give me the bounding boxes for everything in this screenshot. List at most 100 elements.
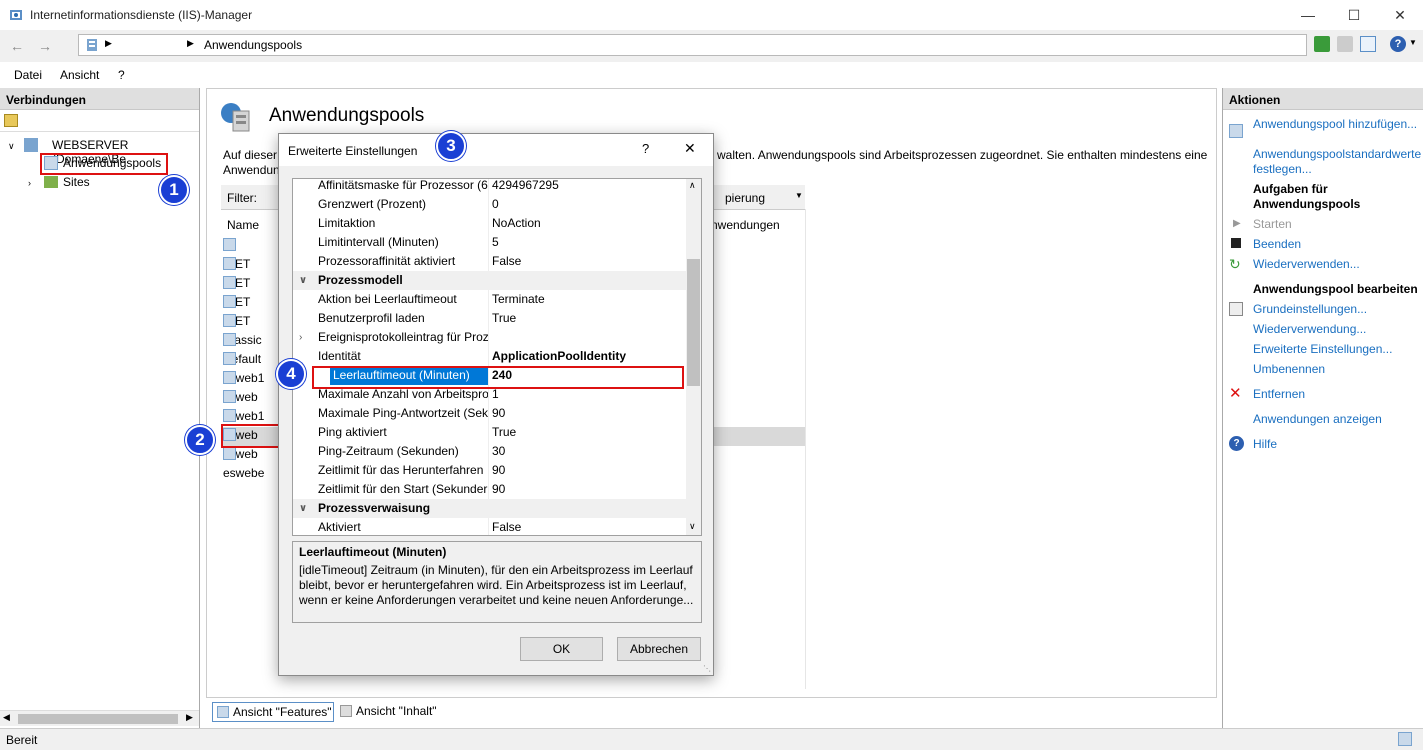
status-text: Bereit bbox=[6, 733, 38, 747]
property-row[interactable]: Limitintervall (Minuten) 5 bbox=[293, 233, 686, 252]
property-value: True bbox=[492, 425, 517, 439]
pool-list-item[interactable]: esweb1 bbox=[223, 350, 264, 385]
grid-scrollbar[interactable]: ∧ ∨ bbox=[686, 179, 701, 535]
property-row[interactable]: › Ereignisprotokolleintrag für Proz bbox=[293, 328, 686, 347]
close-button[interactable]: ✕ bbox=[1377, 0, 1423, 30]
tree-collapse-icon[interactable]: › bbox=[28, 178, 31, 188]
dialog-help-button[interactable]: ? bbox=[642, 141, 649, 156]
pool-list-item[interactable]: .NET v2 bbox=[223, 255, 250, 309]
scroll-up-icon[interactable]: ∧ bbox=[689, 180, 696, 191]
property-row[interactable]: Prozessoraffinität aktiviert False bbox=[293, 252, 686, 271]
action-view-apps[interactable]: Anwendungen anzeigen bbox=[1253, 412, 1382, 427]
menu-datei[interactable]: Datei bbox=[14, 68, 42, 82]
action-start[interactable]: Starten bbox=[1253, 217, 1292, 232]
tree-app-pools[interactable]: Anwendungspools bbox=[63, 156, 161, 170]
content-view-icon bbox=[340, 705, 352, 717]
scroll-left-icon[interactable]: ◀ bbox=[3, 712, 10, 723]
collapse-icon[interactable]: ∨ bbox=[299, 271, 307, 290]
col-header-apps[interactable]: nwendungen bbox=[711, 218, 780, 232]
property-key: Limitaktion bbox=[318, 216, 376, 230]
chevron-right-icon[interactable]: ▶ bbox=[105, 38, 112, 49]
property-row[interactable]: Identität ApplicationPoolIdentity bbox=[293, 347, 686, 366]
iis-app-icon bbox=[10, 10, 22, 20]
property-value: 30 bbox=[492, 444, 506, 458]
action-basic-settings[interactable]: Grundeinstellungen... bbox=[1253, 302, 1367, 317]
tree-expand-icon[interactable]: ∨ bbox=[8, 141, 15, 152]
menu-ansicht[interactable]: Ansicht bbox=[60, 68, 99, 82]
app-pool-icon bbox=[223, 390, 236, 403]
pool-list-item[interactable]: .NET v4 bbox=[223, 293, 250, 347]
pool-list-item[interactable]: esweb1 bbox=[223, 388, 264, 423]
collapse-icon[interactable]: ∨ bbox=[299, 499, 307, 518]
address-input[interactable]: ▶ ▶ Anwendungspools bbox=[78, 34, 1307, 56]
col-header-name[interactable]: Name bbox=[227, 218, 259, 232]
property-row[interactable]: Benutzerprofil laden True bbox=[293, 309, 686, 328]
highlight-pool bbox=[221, 424, 281, 448]
property-row[interactable]: Zeitlimit für das Herunterfahren 90 bbox=[293, 461, 686, 480]
connect-icon[interactable] bbox=[4, 114, 18, 127]
action-advanced-settings[interactable]: Erweiterte Einstellungen... bbox=[1253, 342, 1392, 357]
tree-sites[interactable]: Sites bbox=[63, 175, 90, 189]
forward-icon[interactable]: → bbox=[34, 35, 56, 57]
property-key: Limitintervall (Minuten) bbox=[318, 235, 439, 249]
ok-button[interactable]: OK bbox=[520, 637, 603, 661]
action-recycling[interactable]: Wiederverwendung... bbox=[1253, 322, 1366, 337]
server-icon bbox=[87, 39, 97, 51]
grid-separator bbox=[488, 442, 489, 461]
back-icon[interactable]: ← bbox=[6, 35, 28, 57]
pool-list-item[interactable]: .NET v2 bbox=[223, 236, 250, 290]
action-add-pool[interactable]: Anwendungspool hinzufügen... bbox=[1253, 117, 1419, 132]
property-row[interactable]: Ping-Zeitraum (Sekunden) 30 bbox=[293, 442, 686, 461]
action-set-defaults[interactable]: Anwendungspoolstandardwerte festlegen... bbox=[1253, 147, 1421, 177]
refresh-icon[interactable] bbox=[1314, 36, 1330, 52]
pool-list-item[interactable]: .NET v4 bbox=[223, 274, 250, 328]
chevron-right-icon[interactable]: ▶ bbox=[187, 38, 194, 49]
property-row[interactable]: Limitaktion NoAction bbox=[293, 214, 686, 233]
action-help[interactable]: Hilfe bbox=[1253, 437, 1277, 452]
property-value: 0 bbox=[492, 197, 499, 211]
property-category[interactable]: ∨ Prozessmodell bbox=[293, 271, 686, 290]
scroll-thumb[interactable] bbox=[18, 714, 178, 724]
property-key: Ping aktiviert bbox=[318, 425, 387, 439]
action-remove[interactable]: Entfernen bbox=[1253, 387, 1305, 402]
property-row[interactable]: Maximale Ping-Antwortzeit (Sek 90 bbox=[293, 404, 686, 423]
menu-help[interactable]: ? bbox=[118, 68, 125, 82]
chevron-down-icon[interactable]: ▼ bbox=[1409, 38, 1417, 47]
resize-grip-icon[interactable]: ⋱ bbox=[703, 664, 711, 673]
home-icon[interactable] bbox=[1360, 36, 1376, 52]
pool-list-item[interactable]: esweb bbox=[223, 369, 258, 404]
grid-separator bbox=[488, 309, 489, 328]
help-icon[interactable]: ? bbox=[1390, 36, 1406, 52]
action-recycle[interactable]: Wiederverwenden... bbox=[1253, 257, 1360, 272]
property-row[interactable]: Ping aktiviert True bbox=[293, 423, 686, 442]
cancel-button[interactable]: Abbrechen bbox=[617, 637, 701, 661]
stop-icon[interactable] bbox=[1337, 36, 1353, 52]
property-row[interactable]: Aktiviert False bbox=[293, 518, 686, 535]
scroll-right-icon[interactable]: ▶ bbox=[186, 712, 193, 723]
property-row[interactable]: Affinitätsmaske für Prozessor (64 4294967… bbox=[293, 179, 686, 195]
tab-content-view[interactable]: Ansicht "Inhalt" bbox=[338, 702, 448, 722]
action-stop[interactable]: Beenden bbox=[1253, 237, 1301, 252]
minimize-button[interactable]: — bbox=[1285, 0, 1331, 30]
dialog-close-icon[interactable]: ✕ bbox=[684, 140, 696, 157]
maximize-button[interactable]: ☐ bbox=[1331, 0, 1377, 30]
pool-list-item[interactable]: Classic bbox=[223, 312, 262, 347]
tab-features-view[interactable]: Ansicht "Features" bbox=[212, 702, 334, 722]
property-row[interactable]: Zeitlimit für den Start (Sekunder 90 bbox=[293, 480, 686, 499]
chevron-down-icon[interactable]: ▼ bbox=[795, 191, 803, 200]
step-badge-1: 1 bbox=[159, 175, 189, 205]
property-row[interactable]: Grenzwert (Prozent) 0 bbox=[293, 195, 686, 214]
horizontal-scrollbar[interactable]: ◀ ▶ bbox=[0, 710, 199, 726]
pool-list-item[interactable]: Default bbox=[223, 331, 261, 366]
property-row[interactable]: Aktion bei Leerlauftimeout Terminate bbox=[293, 290, 686, 309]
property-key: Aktion bei Leerlauftimeout bbox=[318, 292, 457, 306]
property-key: Ereignisprotokolleintrag für Proz bbox=[318, 330, 488, 344]
advanced-settings-dialog: Erweiterte Einstellungen ? ✕ Affinitätsm… bbox=[278, 133, 714, 676]
action-rename[interactable]: Umbenennen bbox=[1253, 362, 1325, 377]
group-label[interactable]: pierung bbox=[725, 191, 765, 205]
address-path: Anwendungspools bbox=[204, 38, 303, 52]
scroll-down-icon[interactable]: ∨ bbox=[689, 521, 696, 532]
expand-icon[interactable]: › bbox=[299, 328, 302, 347]
grid-scroll-thumb[interactable] bbox=[687, 259, 700, 386]
property-category[interactable]: ∨ Prozessverwaisung bbox=[293, 499, 686, 518]
